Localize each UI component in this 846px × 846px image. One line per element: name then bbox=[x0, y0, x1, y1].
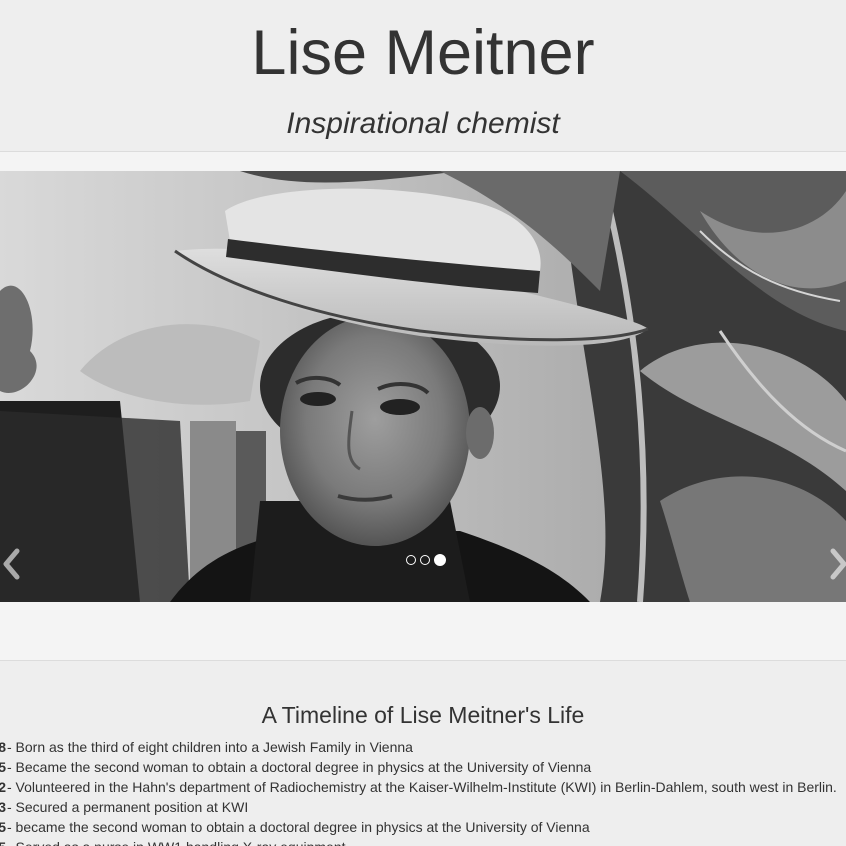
timeline-entry: 1915 - Served as a nurse in WW1 handling… bbox=[0, 837, 846, 846]
timeline-section: A Timeline of Lise Meitner's Life 1878 -… bbox=[0, 661, 846, 846]
timeline-entry: 1913 - Secured a permanent position at K… bbox=[0, 797, 846, 817]
carousel-indicator-2[interactable] bbox=[420, 555, 430, 565]
timeline-text: - Born as the third of eight children in… bbox=[7, 739, 413, 755]
chevron-left-icon bbox=[3, 548, 20, 580]
timeline-entry: 1912 - Volunteered in the Hahn's departm… bbox=[0, 777, 846, 797]
page-title: Lise Meitner bbox=[251, 18, 595, 88]
timeline-text: - became the second woman to obtain a do… bbox=[7, 819, 590, 835]
timeline-entry: 1878 - Born as the third of eight childr… bbox=[0, 737, 846, 757]
chevron-right-icon bbox=[830, 548, 846, 580]
timeline-text: - Volunteered in the Hahn's department o… bbox=[7, 779, 837, 795]
timeline-text: - Secured a permanent position at KWI bbox=[7, 799, 249, 815]
timeline-entry: 1905 - Became the second woman to obtain… bbox=[0, 757, 846, 777]
timeline-list: 1878 - Born as the third of eight childr… bbox=[0, 737, 846, 846]
timeline-text: - Became the second woman to obtain a do… bbox=[7, 759, 592, 775]
section-divider bbox=[0, 602, 846, 661]
carousel-indicator-1[interactable] bbox=[406, 555, 416, 565]
timeline-year: 1915 bbox=[0, 837, 6, 846]
carousel-prev-button[interactable] bbox=[2, 547, 22, 581]
timeline-year: 1912 bbox=[0, 779, 6, 795]
timeline-year: 1905 bbox=[0, 759, 6, 775]
timeline-text: - Served as a nurse in WW1 handling X-ra… bbox=[7, 837, 346, 846]
timeline-entry: 1905 - became the second woman to obtain… bbox=[0, 817, 846, 837]
image-carousel bbox=[0, 171, 846, 602]
timeline-year: 1905 bbox=[0, 819, 6, 835]
carousel-indicators bbox=[406, 554, 446, 567]
carousel-next-button[interactable] bbox=[828, 547, 846, 581]
carousel-indicator-3[interactable] bbox=[434, 554, 446, 566]
timeline-year: 1878 bbox=[0, 739, 6, 755]
timeline-heading: A Timeline of Lise Meitner's Life bbox=[261, 702, 585, 728]
carousel-photo bbox=[0, 171, 846, 602]
page-subtitle: Inspirational chemist bbox=[286, 107, 560, 140]
timeline-year: 1913 bbox=[0, 799, 6, 815]
page-header: Lise Meitner Inspirational chemist bbox=[0, 0, 846, 152]
